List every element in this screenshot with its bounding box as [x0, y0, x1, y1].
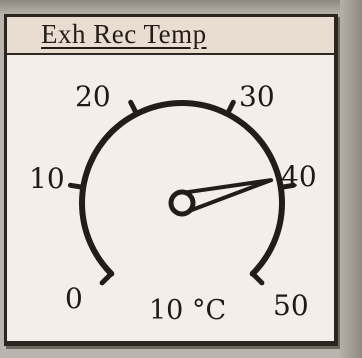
- scale-label-40: 40: [281, 160, 317, 193]
- gauge-title: Exh Rec Temp: [41, 19, 207, 49]
- dial-tick-50: [250, 271, 265, 286]
- gauge-area: 0 10 20 30 40 50 10 °C: [7, 55, 334, 341]
- gauge-reading-value: 10: [149, 295, 184, 326]
- gauge-hub: [168, 189, 196, 217]
- scale-label-50: 50: [273, 289, 309, 322]
- scale-label-20: 20: [75, 80, 111, 113]
- photo-edge-right: [340, 0, 362, 358]
- scale-label-10: 10: [29, 162, 65, 195]
- photo-edge-top: [0, 0, 362, 14]
- dial-tick-20: [128, 99, 140, 117]
- scale-label-0: 0: [65, 282, 83, 315]
- dial-tick-30: [224, 99, 236, 117]
- gauge-readout: 10 °C: [149, 295, 226, 326]
- dial-tick-0: [99, 271, 114, 286]
- dial-tick-10: [67, 182, 86, 190]
- temperature-gauge-panel: Exh Rec Temp 0 10 20 30 40 50 10 °C: [4, 14, 338, 346]
- gauge-title-bar: Exh Rec Temp: [7, 17, 334, 55]
- scale-label-30: 30: [239, 80, 275, 113]
- gauge-unit: °C: [191, 295, 227, 326]
